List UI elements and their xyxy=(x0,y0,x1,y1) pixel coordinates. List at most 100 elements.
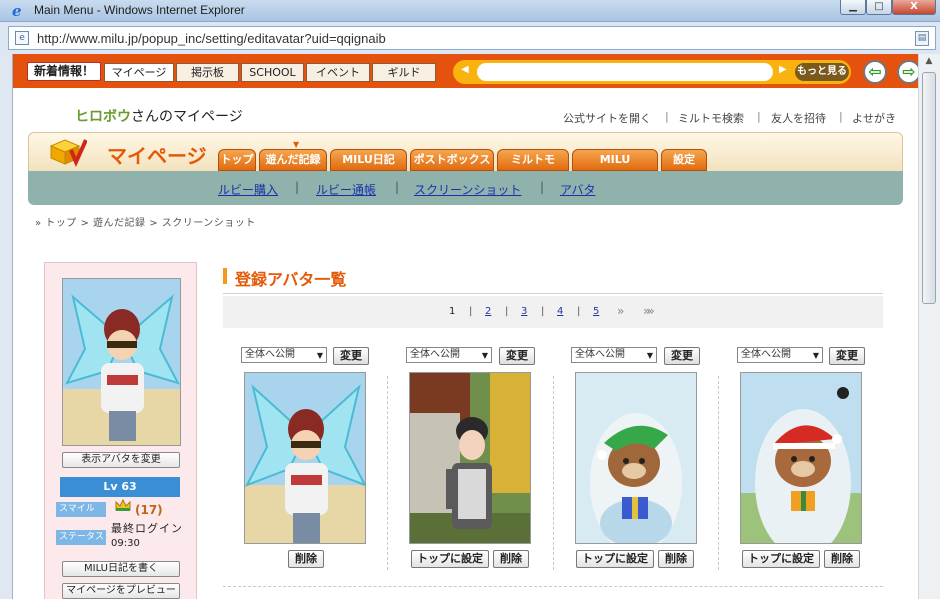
nav-tab-milu-school[interactable]: MILU SCHOOL xyxy=(572,149,658,186)
avatar-link[interactable]: アバタ xyxy=(560,181,596,198)
separator: | xyxy=(540,180,545,194)
visibility-select[interactable]: 全体へ公開 ▼ xyxy=(406,347,492,363)
window-title: Main Menu - Windows Internet Explorer xyxy=(34,3,245,17)
more-button[interactable]: もっと見る xyxy=(795,63,849,81)
chevron-down-icon: ▼ xyxy=(646,351,653,360)
page-icon: e xyxy=(15,31,29,45)
avatar-thumbnail[interactable] xyxy=(409,372,531,544)
separator: | xyxy=(757,110,761,123)
change-display-avatar-button[interactable]: 表示アバタを変更 xyxy=(62,452,180,468)
chevron-down-icon: ▼ xyxy=(481,351,488,360)
separator: | xyxy=(839,110,843,123)
url-field[interactable]: e http://www.milu.jp/popup_inc/setting/e… xyxy=(8,26,936,50)
separator: | xyxy=(395,180,400,194)
nav-tab-postbox[interactable]: ポストボックス xyxy=(410,149,494,171)
section-title: 登録アバタ一覧 xyxy=(235,270,347,289)
ticker-next-icon[interactable]: ▶ xyxy=(779,64,787,75)
compatibility-icon[interactable]: ▤ xyxy=(915,31,929,46)
maximize-button[interactable]: □ xyxy=(866,0,892,15)
smile-tag: スマイル xyxy=(56,502,106,517)
visibility-select[interactable]: 全体へ公開 ▼ xyxy=(571,347,657,363)
ticker-field[interactable] xyxy=(477,63,773,81)
last-login-label: 最終ログイン xyxy=(111,522,183,535)
nav-tab-top[interactable]: トップ xyxy=(218,149,256,171)
minimize-button[interactable]: ▁ xyxy=(840,0,866,15)
scroll-up-icon[interactable]: ▲ xyxy=(921,56,937,70)
separator: | xyxy=(295,180,300,194)
delete-button[interactable]: 削除 xyxy=(824,550,860,568)
column-divider xyxy=(387,376,388,570)
change-button[interactable]: 変更 xyxy=(664,347,700,365)
preview-mypage-button[interactable]: マイページをプレビュー xyxy=(62,583,180,599)
nav-tab-milu-diary[interactable]: MILU日記 xyxy=(330,149,407,171)
page-2-link[interactable]: 2 xyxy=(485,306,491,317)
top-tab-mypage[interactable]: マイページ xyxy=(104,63,174,82)
visibility-select-value: 全体へ公開 xyxy=(410,349,460,360)
last-page-icon[interactable]: »» xyxy=(643,304,655,318)
nav-tab-play-record[interactable]: 遊んだ記録 xyxy=(259,149,327,171)
avatar-thumbnail[interactable] xyxy=(244,372,366,544)
top-tab-event[interactable]: イベント xyxy=(306,63,370,82)
delete-button[interactable]: 削除 xyxy=(493,550,529,568)
forward-arrow-icon[interactable]: ⇨ xyxy=(897,60,918,84)
section-divider xyxy=(223,293,883,294)
address-bar: e http://www.milu.jp/popup_inc/setting/e… xyxy=(0,22,940,54)
next-page-icon[interactable]: » xyxy=(617,304,625,318)
separator: | xyxy=(577,306,581,317)
top-tab-guild[interactable]: ギルド xyxy=(372,63,436,82)
news-label[interactable]: 新着情報！ xyxy=(27,62,101,81)
ruby-passbook-link[interactable]: ルビー通帳 xyxy=(316,181,376,198)
pagination-bar xyxy=(223,296,883,328)
visibility-select-value: 全体へ公開 xyxy=(575,349,625,360)
change-button[interactable]: 変更 xyxy=(333,347,369,365)
page-title-suffix: さんのマイページ xyxy=(131,109,243,125)
current-tab-marker-icon: ▼ xyxy=(293,140,300,149)
visibility-select[interactable]: 全体へ公開 ▼ xyxy=(737,347,823,363)
set-top-button[interactable]: トップに設定 xyxy=(576,550,654,568)
top-tab-board[interactable]: 掲示板 xyxy=(176,63,239,82)
set-top-button[interactable]: トップに設定 xyxy=(742,550,820,568)
separator: | xyxy=(469,306,473,317)
scrollbar-thumb[interactable] xyxy=(922,72,936,304)
vertical-scrollbar[interactable]: ▲ xyxy=(918,54,940,599)
visibility-select-value: 全体へ公開 xyxy=(741,349,791,360)
news-ticker: ◀ ▶ もっと見る xyxy=(453,60,851,84)
change-button[interactable]: 変更 xyxy=(499,347,535,365)
visibility-select[interactable]: 全体へ公開 ▼ xyxy=(241,347,327,363)
user-name: ヒロボウ xyxy=(75,109,131,125)
separator: | xyxy=(541,306,545,317)
ruby-purchase-link[interactable]: ルビー購入 xyxy=(218,181,278,198)
chevron-down-icon: ▼ xyxy=(316,351,323,360)
browser-viewport: 新着情報！ マイページ 掲示板 SCHOOL イベント ギルド ◀ ▶ もっと見… xyxy=(12,54,918,599)
friend-count: (17) xyxy=(135,503,163,517)
invite-friend-link[interactable]: 友人を招待 xyxy=(771,110,826,126)
column-divider xyxy=(553,376,554,570)
page-5-link[interactable]: 5 xyxy=(593,306,599,317)
page-4-link[interactable]: 4 xyxy=(557,306,563,317)
page-title: ヒロボウさんのマイページ xyxy=(75,106,243,126)
back-arrow-icon[interactable]: ⇦ xyxy=(863,60,887,84)
ticker-prev-icon[interactable]: ◀ xyxy=(461,64,469,75)
close-button[interactable]: X xyxy=(892,0,936,15)
guestbook-link[interactable]: よせがき xyxy=(852,110,896,126)
change-button[interactable]: 変更 xyxy=(829,347,865,365)
official-site-link[interactable]: 公式サイトを開く xyxy=(563,110,651,126)
screenshot-link[interactable]: スクリーンショット xyxy=(414,181,521,198)
delete-button[interactable]: 削除 xyxy=(658,550,694,568)
chevron-down-icon: ▼ xyxy=(812,351,819,360)
mypage-logo-icon xyxy=(49,139,87,168)
separator: | xyxy=(505,306,509,317)
avatar-thumbnail[interactable] xyxy=(740,372,862,544)
page-3-link[interactable]: 3 xyxy=(521,306,527,317)
write-diary-button[interactable]: MILU日記を書く xyxy=(62,561,180,577)
delete-button[interactable]: 削除 xyxy=(288,550,324,568)
avatar-thumbnail[interactable] xyxy=(575,372,697,544)
set-top-button[interactable]: トップに設定 xyxy=(411,550,489,568)
nav-tab-milutomo[interactable]: ミルトモ xyxy=(497,149,569,171)
url-text[interactable]: http://www.milu.jp/popup_inc/setting/edi… xyxy=(37,31,386,46)
visibility-select-value: 全体へ公開 xyxy=(245,349,295,360)
top-tab-school[interactable]: SCHOOL xyxy=(241,63,304,82)
nav-tab-settings[interactable]: 設定 xyxy=(661,149,707,171)
ie-app-icon: e xyxy=(12,2,22,20)
friend-search-link[interactable]: ミルトモ検索 xyxy=(678,110,744,126)
